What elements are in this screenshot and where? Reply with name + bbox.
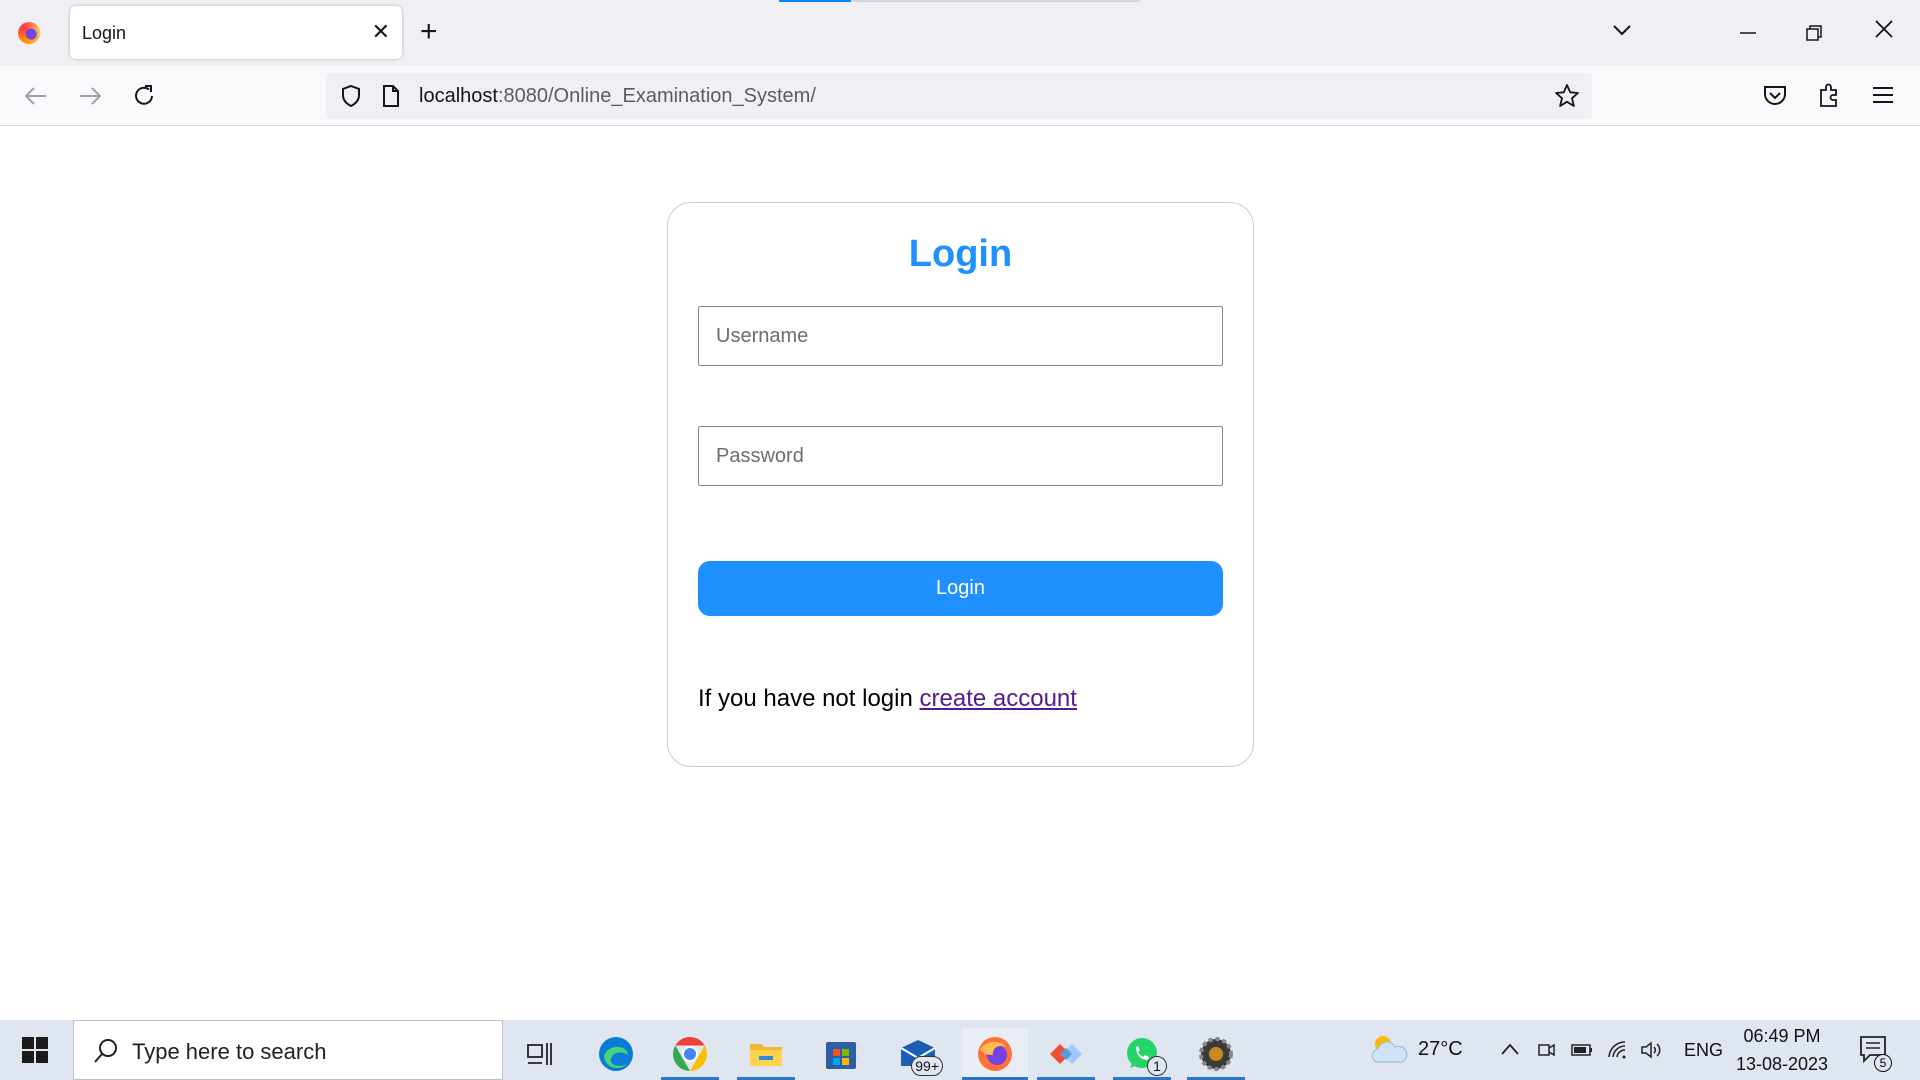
tab-close-icon[interactable]: ✕: [372, 19, 390, 45]
firefox-icon[interactable]: [18, 22, 40, 44]
forward-icon[interactable]: [76, 82, 104, 110]
window-close-icon[interactable]: [1873, 18, 1895, 40]
search-icon: [94, 1039, 117, 1063]
login-title: Login: [908, 233, 1013, 275]
page-info-icon[interactable]: [381, 84, 401, 108]
chrome-icon[interactable]: [661, 1028, 719, 1080]
search-placeholder: Type here to search: [132, 1039, 327, 1064]
file-explorer-icon[interactable]: [737, 1028, 795, 1080]
git-client-icon[interactable]: [1037, 1028, 1095, 1080]
browser-tab-login[interactable]: Login ✕: [70, 6, 402, 59]
minimize-icon[interactable]: [1738, 17, 1758, 37]
notification-count: 5: [1874, 1054, 1892, 1072]
new-tab-icon[interactable]: +: [420, 17, 438, 47]
windows-start-icon[interactable]: [22, 1037, 48, 1063]
bookmark-star-icon[interactable]: [1554, 83, 1580, 109]
volume-icon[interactable]: [1640, 1040, 1664, 1060]
mail-icon[interactable]: 99+: [889, 1028, 947, 1080]
back-icon[interactable]: [22, 82, 50, 110]
restore-icon[interactable]: [1805, 24, 1823, 42]
battery-icon[interactable]: [1570, 1042, 1594, 1058]
tab-title: Login: [82, 23, 127, 43]
firefox-taskbar-icon[interactable]: [962, 1028, 1028, 1080]
browser-tab-bar: Login ✕ +: [0, 0, 1920, 66]
chevron-down-icon[interactable]: [1610, 18, 1634, 42]
clock-date[interactable]: 13-08-2023: [1730, 1054, 1834, 1075]
menu-icon[interactable]: [1870, 82, 1896, 108]
login-button[interactable]: Login: [698, 561, 1223, 616]
url-path: :8080/Online_Examination_System/: [497, 85, 816, 107]
address-bar[interactable]: localhost:8080/Online_Examination_System…: [326, 73, 1592, 119]
pocket-icon[interactable]: [1762, 82, 1788, 108]
meet-now-icon[interactable]: [1536, 1040, 1556, 1060]
weather-temperature[interactable]: 27°C: [1418, 1038, 1463, 1061]
clock-time[interactable]: 06:49 PM: [1740, 1026, 1824, 1047]
page-load-progress: [779, 0, 1140, 2]
password-input[interactable]: [698, 426, 1223, 486]
username-input[interactable]: [698, 306, 1223, 366]
extensions-icon[interactable]: [1816, 82, 1842, 110]
weather-cloud-icon[interactable]: [1368, 1032, 1408, 1066]
browser-nav-bar: localhost:8080/Online_Examination_System…: [0, 66, 1920, 126]
mail-badge: 99+: [911, 1056, 943, 1076]
chevron-up-icon[interactable]: [1500, 1042, 1520, 1056]
microsoft-store-icon[interactable]: [812, 1028, 870, 1080]
windows-taskbar: Type here to search 99+ 1 27°C ENG 06:49…: [0, 1020, 1920, 1080]
signup-prompt-text: If you have not login: [698, 685, 913, 712]
whatsapp-icon[interactable]: 1: [1113, 1028, 1171, 1080]
wifi-icon[interactable]: [1607, 1040, 1629, 1060]
login-card: Login Login If you have not login create…: [667, 202, 1254, 767]
signup-prompt: If you have not login create account: [698, 685, 1077, 713]
edge-icon[interactable]: [587, 1028, 645, 1080]
shield-icon[interactable]: [340, 84, 362, 108]
create-account-link[interactable]: create account: [920, 685, 1077, 712]
input-language[interactable]: ENG: [1684, 1040, 1723, 1061]
task-view-icon[interactable]: [511, 1028, 569, 1080]
taskbar-search[interactable]: Type here to search: [73, 1020, 503, 1080]
app-gear-icon[interactable]: [1187, 1028, 1245, 1080]
url-host: localhost: [419, 85, 498, 107]
reload-icon[interactable]: [130, 82, 158, 110]
url-text[interactable]: localhost:8080/Online_Examination_System…: [419, 85, 816, 108]
whatsapp-badge: 1: [1147, 1056, 1167, 1076]
